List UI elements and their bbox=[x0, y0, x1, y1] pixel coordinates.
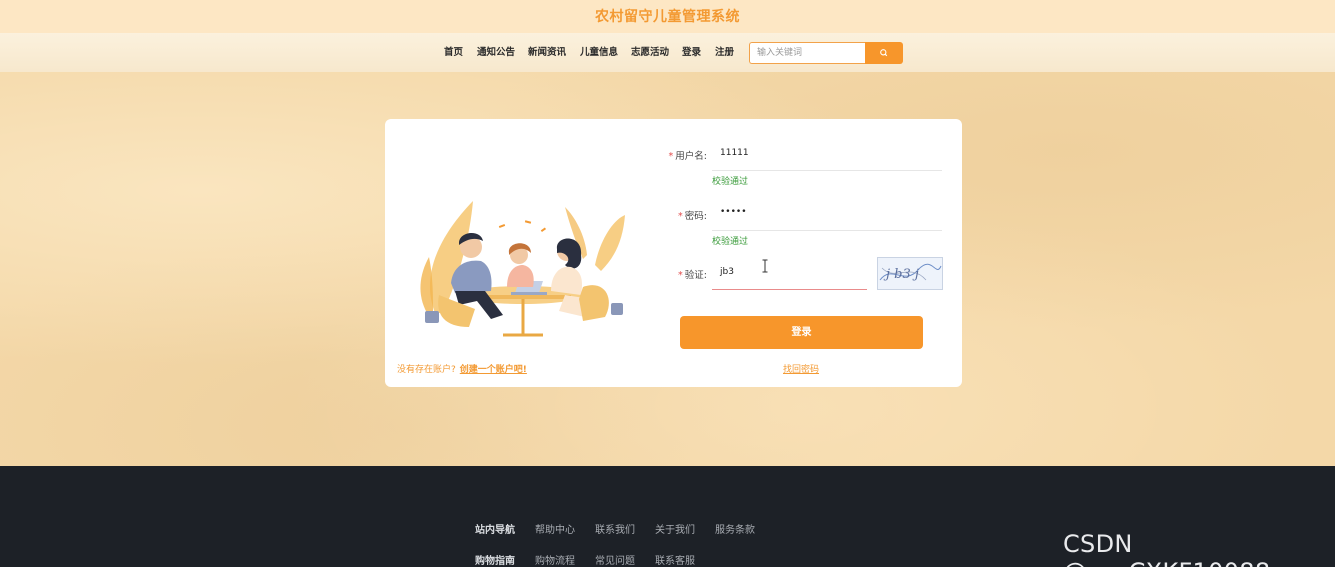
password-label-text: 密码 bbox=[684, 211, 704, 222]
nav-item-notices[interactable]: 通知公告 bbox=[477, 33, 515, 72]
nav-item-children[interactable]: 儿童信息 bbox=[580, 33, 618, 72]
register-prompt-text: 没有存在账户? bbox=[397, 365, 456, 375]
nav-item-news[interactable]: 新闻资讯 bbox=[528, 33, 566, 72]
team-meeting-illustration bbox=[420, 201, 625, 337]
captcha-label-text: 验证 bbox=[684, 270, 704, 281]
text-cursor-icon bbox=[762, 259, 768, 273]
nav-item-home[interactable]: 首页 bbox=[444, 33, 463, 72]
username-underline bbox=[712, 170, 942, 171]
captcha-underline bbox=[712, 289, 867, 290]
search-button[interactable] bbox=[865, 42, 903, 64]
search-input[interactable] bbox=[749, 42, 865, 64]
register-prompt: 没有存在账户? 创建一个账户吧! bbox=[397, 362, 527, 375]
captcha-text: j b3 j bbox=[883, 267, 919, 282]
password-validation-message: 校验通过 bbox=[712, 237, 749, 247]
footer-link-faq[interactable]: 常见问题 bbox=[595, 552, 635, 567]
password-label: * 密码: bbox=[678, 211, 707, 222]
login-button[interactable]: 登录 bbox=[680, 316, 923, 349]
captcha-label: * 验证: bbox=[678, 270, 707, 281]
nav-item-login[interactable]: 登录 bbox=[682, 33, 701, 72]
required-marker: * bbox=[668, 151, 674, 162]
password-underline bbox=[712, 230, 942, 231]
username-field[interactable]: 11111 bbox=[720, 148, 749, 158]
watermark: CSDN @vx_CXKF10088 bbox=[1063, 530, 1270, 567]
required-marker: * bbox=[678, 270, 683, 281]
site-title: 农村留守儿童管理系统 bbox=[595, 9, 740, 25]
footer-link-shopping-process[interactable]: 购物流程 bbox=[535, 552, 575, 567]
captcha-input[interactable]: jb3 bbox=[720, 267, 734, 277]
search-icon bbox=[880, 49, 888, 57]
nav-item-volunteer[interactable]: 志愿活动 bbox=[631, 33, 669, 72]
required-marker: * bbox=[678, 211, 683, 222]
register-link[interactable]: 创建一个账户吧! bbox=[460, 365, 527, 375]
nav-bar: 首页 通知公告 新闻资讯 儿童信息 志愿活动 登录 注册 bbox=[0, 33, 1335, 72]
login-card: 没有存在账户? 创建一个账户吧! * 用户名: 11111 校验通过 * 密码: ••… bbox=[385, 119, 962, 387]
footer-link-help[interactable]: 帮助中心 bbox=[535, 521, 575, 536]
footer-link-shopping-guide[interactable]: 购物指南 bbox=[475, 552, 515, 567]
footer-link-about[interactable]: 关于我们 bbox=[655, 521, 695, 536]
title-bar: 农村留守儿童管理系统 bbox=[0, 0, 1335, 33]
captcha-noise: j b3 j bbox=[879, 263, 942, 282]
username-validation-message: 校验通过 bbox=[712, 177, 749, 187]
footer-link-support[interactable]: 联系客服 bbox=[655, 552, 695, 567]
password-field[interactable]: ••••• bbox=[720, 207, 747, 217]
username-label-text: 用户名 bbox=[675, 151, 704, 162]
username-label: * 用户名: bbox=[668, 151, 707, 162]
nav-item-register[interactable]: 注册 bbox=[715, 33, 734, 72]
captcha-image[interactable]: j b3 j bbox=[877, 257, 943, 290]
footer-link-site-nav[interactable]: 站内导航 bbox=[475, 521, 515, 536]
footer-link-terms[interactable]: 服务条款 bbox=[715, 521, 755, 536]
footer-link-contact[interactable]: 联系我们 bbox=[595, 521, 635, 536]
forgot-password-link[interactable]: 找回密码 bbox=[783, 362, 819, 375]
